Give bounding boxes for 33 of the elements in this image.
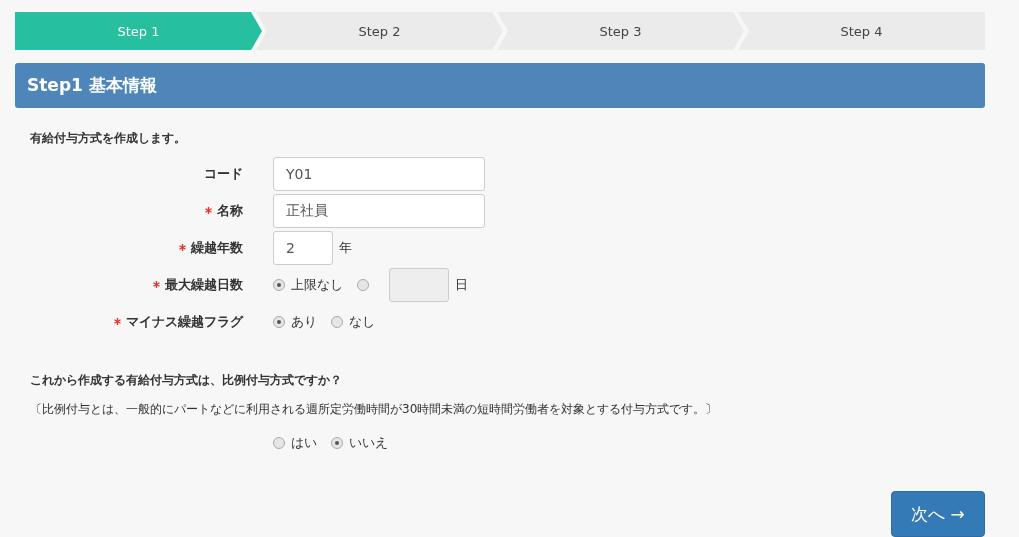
radio-button[interactable] [273,278,285,291]
radio-button[interactable] [357,278,369,291]
text-field[interactable]: 正社員 [273,193,485,228]
note-text: 〔比例付与とは、一般的にパートなどに利用される週所定労働時間が30時間未満の短時間労働者を対象とする付与方式です。〕 [30,401,719,418]
section-title: Step1 基本情報 [27,74,157,98]
unit-label: 年 [339,238,352,257]
step-tab[interactable]: Step 3 [497,12,744,51]
required-icon [179,244,186,251]
field-label: マイナス繰越フラグ [126,312,243,331]
radio-button[interactable] [331,437,343,449]
text-field[interactable]: Y01 [273,156,485,191]
number-field[interactable]: 2 [273,230,333,265]
required-icon [153,281,160,288]
question-text: これから作成する有給付与方式は、比例付与方式ですか？ [30,372,343,389]
radio-button[interactable] [331,315,343,328]
required-icon [114,318,121,325]
field-label: 名称 [217,201,243,220]
next-button[interactable]: 次へ → [891,491,985,537]
radio-label: いいえ [349,434,388,452]
field-label: 最大繰越日数 [165,275,243,294]
field-label: 繰越年数 [191,238,243,257]
radio-button[interactable] [273,315,285,328]
radio-label: あり [291,312,317,331]
unit-label: 日 [455,275,468,294]
radio-label: 上限なし [291,275,343,294]
step-tab[interactable]: Step 4 [738,12,985,51]
step-tab[interactable]: Step 2 [256,12,503,51]
field-label: コード [204,164,243,183]
radio-label: はい [291,434,317,452]
intro-text: 有給付与方式を作成します。 [30,130,187,147]
required-icon [205,207,212,214]
radio-label: なし [349,312,375,331]
radio-button[interactable] [273,437,285,449]
